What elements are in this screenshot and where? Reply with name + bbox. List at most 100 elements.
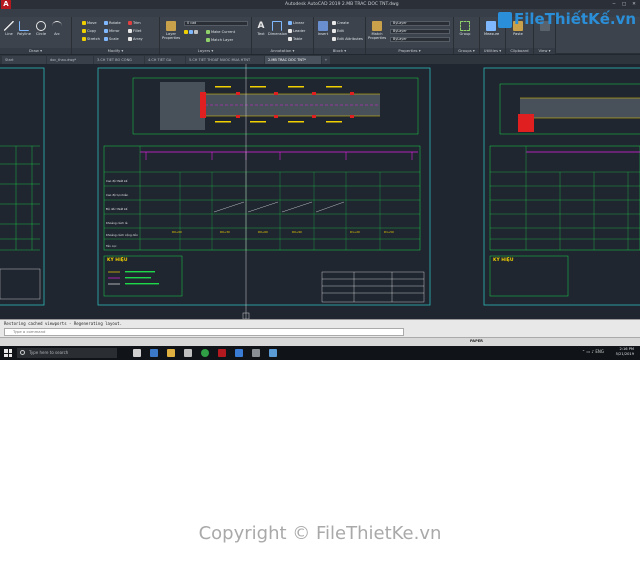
layer-dropdown[interactable]: 0 cad <box>184 21 248 26</box>
insert-block-tool[interactable]: Insert <box>316 21 330 36</box>
linear-tool[interactable]: Linear <box>288 21 304 26</box>
paste-tool-label: Paste <box>513 32 523 36</box>
right-road-plan <box>520 98 640 118</box>
copy-tool[interactable]: Copy <box>82 29 96 34</box>
trim-icon <box>128 21 132 25</box>
match-layer-tool[interactable]: Match Layer <box>206 38 233 43</box>
left-sheet-border <box>0 67 45 306</box>
lineweight-dropdown[interactable]: ByLayer <box>390 29 450 34</box>
groups-panel-label[interactable]: Groups ▾ <box>454 48 479 54</box>
array-icon <box>128 37 132 41</box>
layers-panel-label[interactable]: Layers ▾ <box>160 48 251 54</box>
layer-state-icons[interactable] <box>184 30 199 35</box>
modify-panel-label[interactable]: Modify ▾ <box>72 48 159 54</box>
draw-panel-label[interactable]: Draw ▾ <box>0 48 71 54</box>
measure-tool[interactable]: Measure <box>484 21 499 36</box>
windows-start-icon[interactable] <box>4 349 12 357</box>
file-tab-chi-tiet-bo-cong[interactable]: 3.CH TIET BO CONG <box>94 56 144 64</box>
annotation-panel-label[interactable]: Annotation ▾ <box>252 48 313 54</box>
right-profile-table <box>490 146 640 250</box>
profile-table-rows <box>104 146 420 250</box>
stretch-tool[interactable]: Stretch <box>82 37 100 42</box>
file-tab-chi-tiet-ga[interactable]: 4.CH TIET GA <box>145 56 185 64</box>
task-view-icon[interactable] <box>133 349 141 357</box>
properties-panel-label[interactable]: Properties ▾ <box>366 48 453 54</box>
center-titleblock <box>321 271 425 303</box>
group-tool[interactable]: Group <box>458 21 472 36</box>
copyright-watermark: Copyright © FileThietKe.vn <box>198 523 442 544</box>
create-block-icon <box>332 21 336 25</box>
new-tab-button[interactable]: + <box>322 56 330 64</box>
leader-tool[interactable]: Leader <box>288 29 305 34</box>
edit-block-tool[interactable]: Edit <box>332 29 344 34</box>
command-line: Restoring cached viewports - Regeneratin… <box>0 319 640 337</box>
linetype-dropdown[interactable]: ByLayer <box>390 37 450 42</box>
system-clock[interactable]: 2:16 PM 5/21/2019 <box>616 347 634 357</box>
file-tab-start[interactable]: Start <box>2 56 46 64</box>
app-icon[interactable] <box>252 349 260 357</box>
system-tray-icons[interactable]: ⌃ ▭ ♪ ENG <box>582 349 604 354</box>
table-tool[interactable]: Table <box>288 37 302 42</box>
file-explorer-icon[interactable] <box>167 349 175 357</box>
polyline-tool[interactable]: Polyline <box>17 21 31 36</box>
title-bar: A Autodesk AutoCAD 2019 2.MB TRAC DOC TN… <box>0 0 640 9</box>
edit-attributes-icon <box>332 37 336 41</box>
mirror-tool[interactable]: Mirror <box>104 29 120 34</box>
chrome-icon[interactable] <box>201 349 209 357</box>
arc-tool[interactable]: Arc <box>50 21 64 36</box>
circle-tool[interactable]: Circle <box>34 21 48 36</box>
drawing-canvas[interactable]: KÝ HIỆU KÝ HIỆU Cao độ thiết kế Cao độ t… <box>0 64 640 319</box>
minimize-button[interactable]: − <box>609 0 619 9</box>
block-panel-label[interactable]: Block ▾ <box>314 48 365 54</box>
row-label: Khoảng cách lẻ <box>106 221 128 225</box>
rotate-tool[interactable]: Rotate <box>104 21 121 26</box>
layer-properties-button[interactable]: Layer Properties <box>162 21 180 40</box>
edit-attributes-tool[interactable]: Edit Attributes <box>332 37 363 42</box>
make-current-label: Make Current <box>211 30 236 34</box>
sun-icon <box>189 30 193 34</box>
right-profile-frame <box>489 145 640 251</box>
block-panel: Insert Create Edit Edit Attributes Block… <box>314 17 366 54</box>
text-tool[interactable]: A Text <box>254 21 268 36</box>
match-layer-label: Match Layer <box>211 38 234 42</box>
move-tool[interactable]: Move <box>82 21 97 26</box>
autocad-taskbar-icon[interactable] <box>218 349 226 357</box>
file-tab-doc-thau[interactable]: doc_thau.dwg* <box>47 56 93 64</box>
profile-frame <box>103 145 421 251</box>
file-tab-mb-trac-doc[interactable]: 2.MB TRAC DOC TNT* <box>265 56 321 64</box>
line-tool[interactable]: Line <box>2 21 16 36</box>
scale-tool[interactable]: Scale <box>104 37 119 42</box>
utilities-panel-label[interactable]: Utilities ▾ <box>480 48 505 54</box>
edit-block-label: Edit <box>337 29 344 33</box>
view-panel-label[interactable]: View ▾ <box>534 48 555 54</box>
close-button[interactable]: ✕ <box>629 0 639 9</box>
clipboard-panel-label[interactable]: Clipboard <box>506 48 533 54</box>
array-tool[interactable]: Array <box>128 37 143 42</box>
color-dropdown[interactable]: ByLayer <box>390 21 450 26</box>
autocad-logo-icon[interactable]: A <box>1 0 11 9</box>
dimension-tool[interactable]: Dimension <box>268 21 287 36</box>
file-tab-thoat-nuoc[interactable]: 5.CH TIET THOAT NUOC MUA HTNT <box>186 56 264 64</box>
file-tab-bar: Start doc_thau.dwg* 3.CH TIET BO CONG 4.… <box>0 55 640 64</box>
make-current-tool[interactable]: Make Current <box>206 30 235 35</box>
match-properties-button[interactable]: Match Properties <box>368 21 386 40</box>
array-label: Array <box>133 37 143 41</box>
fillet-tool[interactable]: Fillet <box>128 29 141 34</box>
annotation-panel: A Text Dimension Linear Leader Table Anno… <box>252 17 314 54</box>
polyline-tool-label: Polyline <box>17 32 31 36</box>
taskbar-search-box[interactable]: Type here to search <box>17 348 117 358</box>
trim-tool[interactable]: Trim <box>128 21 141 26</box>
command-input[interactable]: Type a command <box>4 328 404 336</box>
copy-icon <box>82 29 86 33</box>
calculator-icon[interactable] <box>184 349 192 357</box>
edge-browser-icon[interactable] <box>150 349 158 357</box>
word-icon[interactable] <box>235 349 243 357</box>
create-block-tool[interactable]: Create <box>332 21 349 26</box>
language-indicator: ENG <box>595 349 604 354</box>
station-label: D0+00 <box>172 230 182 234</box>
move-label: Move <box>87 21 97 25</box>
maximize-button[interactable]: □ <box>619 0 629 9</box>
paper-space-toggle[interactable]: PAPER <box>470 339 483 343</box>
draw-panel: Line Polyline Circle Arc Draw ▾ <box>0 17 72 54</box>
app-icon[interactable] <box>269 349 277 357</box>
